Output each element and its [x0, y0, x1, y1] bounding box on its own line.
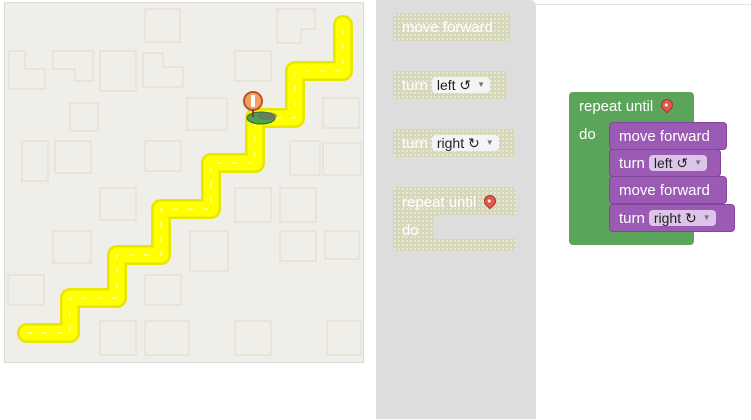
move-forward-block[interactable]: move forward [609, 122, 727, 150]
toolbox-flyout[interactable]: move forward turn left ↺ ▼ turn right ↻ … [376, 0, 536, 419]
turn-left-block[interactable]: turn left ↺ ▼ [609, 149, 721, 177]
chevron-down-icon: ▼ [702, 213, 711, 222]
block-label: move forward [619, 127, 710, 145]
block-label: repeat until [402, 194, 477, 211]
toolbox-turn-left-block[interactable]: turn left ↺ ▼ [393, 71, 507, 99]
map-pin-icon [481, 192, 499, 209]
toolbox-turn-right-block[interactable]: turn right ↻ ▼ [393, 129, 515, 157]
block-label: move forward [619, 181, 710, 199]
map-pin-icon [658, 96, 676, 113]
do-label: do [402, 222, 419, 239]
dropdown-value: left ↺ [436, 77, 472, 93]
block-label: move forward [402, 18, 493, 36]
chevron-down-icon: ▼ [694, 158, 703, 167]
statement-slot[interactable] [433, 215, 516, 239]
maze-board [4, 2, 364, 363]
toolbox-repeat-until-block[interactable]: repeat until do [393, 187, 516, 251]
block-label: turn [402, 134, 428, 152]
direction-dropdown[interactable]: right ↻ ▼ [431, 135, 499, 151]
direction-dropdown[interactable]: left ↺ ▼ [648, 155, 708, 171]
do-label: do [579, 126, 596, 143]
dropdown-value: left ↺ [653, 155, 689, 171]
workspace[interactable]: repeat until do move forward turn left ↺… [536, 4, 751, 420]
toolbox-move-forward-block[interactable]: move forward [393, 13, 510, 41]
maze-svg [7, 8, 362, 356]
chevron-down-icon: ▼ [485, 138, 494, 147]
dropdown-value: right ↻ [653, 210, 697, 226]
move-forward-block-2[interactable]: move forward [609, 176, 727, 204]
direction-dropdown[interactable]: left ↺ ▼ [431, 77, 491, 93]
turn-right-block[interactable]: turn right ↻ ▼ [609, 204, 735, 232]
block-label: turn [619, 154, 645, 172]
chevron-down-icon: ▼ [477, 80, 486, 89]
direction-dropdown[interactable]: right ↻ ▼ [648, 210, 716, 226]
block-label: turn [402, 76, 428, 94]
dropdown-value: right ↻ [436, 135, 480, 151]
block-label: turn [619, 209, 645, 227]
block-label: repeat until [579, 98, 654, 115]
